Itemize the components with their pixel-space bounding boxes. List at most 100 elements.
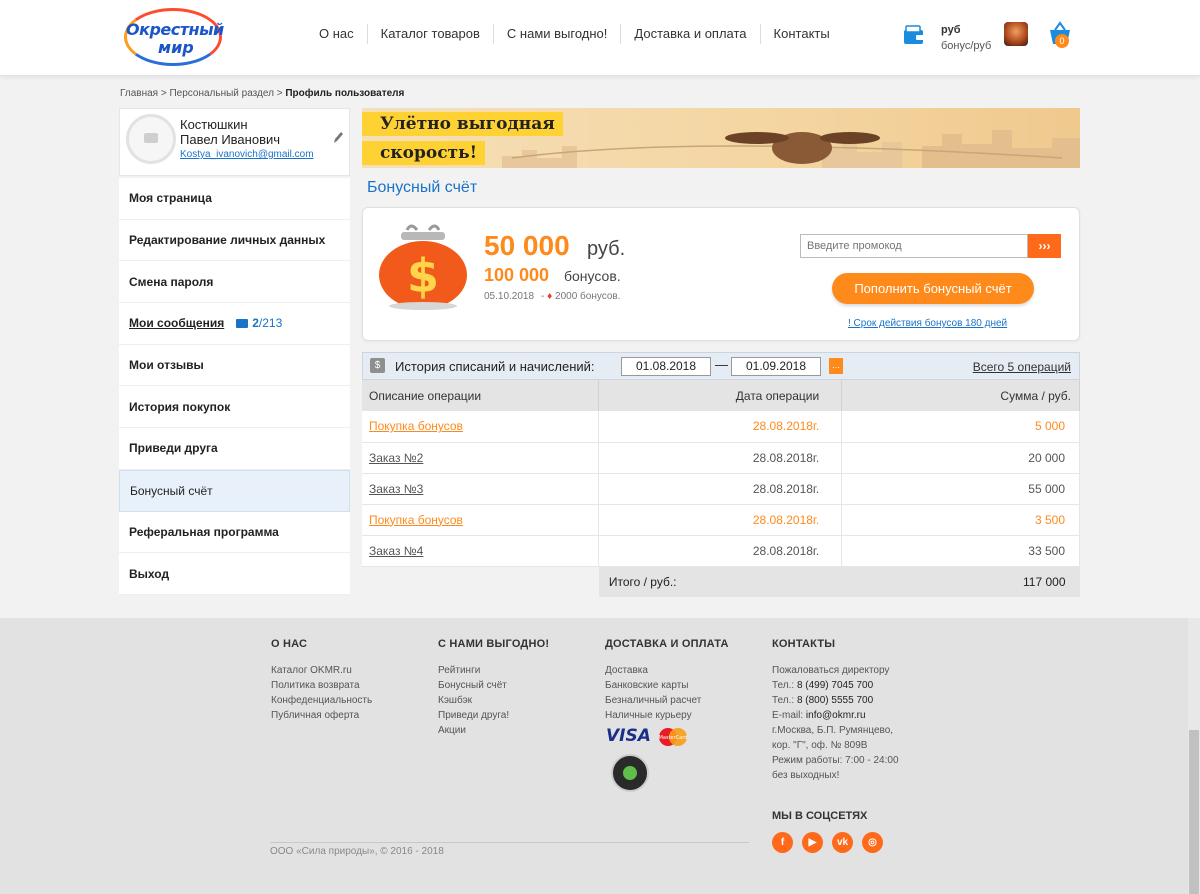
- footer-link[interactable]: Доставка: [605, 663, 729, 678]
- logo-text-line2: мир: [158, 38, 194, 57]
- table-row: Покупка бонусов 28.08.2018г. 5 000: [362, 411, 1080, 443]
- vk-icon[interactable]: vk: [832, 832, 853, 853]
- row-desc-cell: Заказ №3: [362, 473, 600, 505]
- balance-rub-amount: 50 000: [484, 230, 570, 261]
- footer-link[interactable]: Безналичный расчет: [605, 693, 729, 708]
- site-logo[interactable]: Окрестный мир: [120, 6, 230, 66]
- instagram-icon[interactable]: ◎: [862, 832, 883, 853]
- footer-link[interactable]: Политика возврата: [271, 678, 372, 693]
- sidebar-item-referral[interactable]: Реферальная программа: [119, 512, 350, 554]
- operation-link[interactable]: Заказ №2: [369, 451, 423, 465]
- envelope-icon: [236, 318, 249, 328]
- sidebar-item-purchase-history[interactable]: История покупок: [119, 386, 350, 429]
- pencil-icon[interactable]: [332, 131, 344, 145]
- profile-last-name: Костюшкин: [180, 117, 248, 132]
- nav-about[interactable]: О нас: [306, 24, 367, 44]
- logo-text-line1: Окрестный: [126, 20, 224, 39]
- topup-bonus-button[interactable]: Пополнить бонусный счёт: [832, 273, 1034, 304]
- flame-icon: ♦: [547, 291, 553, 302]
- sidebar-item-my-page[interactable]: Моя страница: [119, 178, 350, 220]
- balance-rub-unit: руб.: [587, 238, 626, 260]
- dollar-icon: $: [370, 358, 385, 373]
- nav-benefits[interactable]: С нами выгодно!: [492, 24, 620, 44]
- footer-link[interactable]: Рейтинги: [438, 663, 549, 678]
- balance-bonus-amount: 100 000: [484, 265, 550, 285]
- phone-number[interactable]: 8 (800) 5555 700: [797, 695, 873, 706]
- youtube-icon[interactable]: ▶: [802, 832, 823, 853]
- footer-link[interactable]: Банковские карты: [605, 678, 729, 693]
- quality-seal-badge: [611, 754, 649, 792]
- promo-code-input[interactable]: [800, 234, 1028, 258]
- row-desc-cell: Заказ №2: [362, 442, 600, 474]
- contact-email: E-mail: info@okmr.ru: [772, 708, 899, 723]
- email-label: E-mail:: [772, 710, 804, 721]
- total-operations-link[interactable]: Всего 5 операций: [973, 360, 1071, 374]
- user-avatar[interactable]: [1004, 22, 1028, 46]
- breadcrumb-path[interactable]: Главная > Персональный раздел >: [120, 88, 285, 99]
- profile-email[interactable]: Kostya_ivanovich@gmail.com: [180, 149, 314, 160]
- footer-link[interactable]: Приведи друга!: [438, 708, 549, 723]
- sidebar-item-logout[interactable]: Выход: [119, 553, 350, 595]
- operation-link[interactable]: Заказ №3: [369, 482, 423, 496]
- nav-delivery[interactable]: Доставка и оплата: [620, 24, 759, 44]
- visa-logo: VISA: [606, 726, 651, 746]
- profile-photo[interactable]: [126, 114, 176, 164]
- footer-link[interactable]: Конфеденциальность: [271, 693, 372, 708]
- mastercard-logo: MasterCard: [659, 728, 687, 746]
- footer-link[interactable]: Наличные курьеру: [605, 708, 729, 723]
- wallet-icon[interactable]: [903, 24, 925, 46]
- sidebar-item-invite-friend[interactable]: Приведи друга: [119, 428, 350, 470]
- table-row: Заказ №3 28.08.2018г. 55 000: [362, 473, 1080, 505]
- date-picker-button[interactable]: ...: [829, 358, 843, 374]
- email-address[interactable]: info@okmr.ru: [806, 710, 866, 721]
- date-to-input[interactable]: 01.09.2018: [731, 357, 821, 376]
- history-panel: $ История списаний и начислений: 01.08.2…: [362, 352, 1080, 597]
- date-from-input[interactable]: 01.08.2018: [621, 357, 711, 376]
- footer-link[interactable]: Каталог OKMR.ru: [271, 663, 372, 678]
- bonus-expiry-note[interactable]: ! Срок действия бонусов 180 дней: [848, 318, 1007, 329]
- row-desc-cell: Покупка бонусов: [362, 504, 600, 536]
- footer-link[interactable]: Бонусный счёт: [438, 678, 549, 693]
- site-footer: О НАС Каталог OKMR.ru Политика возврата …: [0, 618, 1188, 894]
- footer-col-title: ДОСТАВКА И ОПЛАТА: [605, 638, 729, 650]
- operation-link[interactable]: Заказ №4: [369, 544, 423, 558]
- header-balance-bonus: бонус/руб: [941, 40, 992, 52]
- row-date: 28.08.2018г.: [598, 442, 843, 474]
- sidebar-item-bonus-account[interactable]: Бонусный счёт: [119, 469, 350, 512]
- footer-col-benefits: С НАМИ ВЫГОДНО! Рейтинги Бонусный счёт К…: [438, 638, 549, 738]
- operation-link[interactable]: Покупка бонусов: [369, 419, 463, 433]
- complain-link[interactable]: Пожаловаться директору: [772, 663, 899, 678]
- footer-link[interactable]: Кэшбэк: [438, 693, 549, 708]
- phone-number[interactable]: 8 (499) 7045 700: [797, 680, 873, 691]
- total-label-text: Итого / руб.:: [608, 574, 677, 589]
- main-nav: О нас Каталог товаров С нами выгодно! До…: [306, 24, 843, 44]
- sidebar-item-reviews[interactable]: Мои отзывы: [119, 345, 350, 387]
- social-links: f ▶ vk ◎: [772, 832, 892, 853]
- sidebar-item-change-password[interactable]: Смена пароля: [119, 261, 350, 304]
- contact-phone-2: Тел.: 8 (800) 5555 700: [772, 693, 899, 708]
- bonus-expiring: - ♦ 2000 бонусов.: [541, 291, 621, 302]
- row-date: 28.08.2018г.: [598, 411, 843, 443]
- row-sum: 3 500: [841, 504, 1080, 536]
- sidebar-item-edit-profile[interactable]: Редактирование личных данных: [119, 220, 350, 262]
- sidebar-item-messages[interactable]: Мои сообщения 2/213: [119, 303, 350, 345]
- footer-link[interactable]: Публичная оферта: [271, 708, 372, 723]
- table-row: Заказ №2 28.08.2018г. 20 000: [362, 442, 1080, 474]
- cart-icon: [623, 766, 637, 780]
- promo-submit-button[interactable]: ›››: [1028, 234, 1061, 258]
- footer-link[interactable]: Акции: [438, 723, 549, 738]
- bonus-section-title: Бонусный счёт: [367, 179, 478, 196]
- total-value: 117 000: [841, 566, 1080, 597]
- footer-col-title: С НАМИ ВЫГОДНО!: [438, 638, 550, 650]
- history-header: $ История списаний и начислений: 01.08.2…: [362, 352, 1080, 380]
- banner-line-1: Улётно выгодная: [362, 112, 563, 136]
- breadcrumb-current: Профиль пользователя: [285, 88, 405, 99]
- scrollbar-thumb[interactable]: [1189, 730, 1199, 894]
- history-table: Описание операции Дата операции Сумма / …: [362, 380, 1080, 597]
- promo-banner[interactable]: Улётно выгодная скорость!: [362, 108, 1080, 168]
- facebook-icon[interactable]: f: [772, 832, 793, 853]
- nav-catalog[interactable]: Каталог товаров: [366, 24, 493, 44]
- operation-link[interactable]: Покупка бонусов: [369, 513, 463, 527]
- nav-contacts[interactable]: Контакты: [759, 24, 843, 44]
- date-range-dash: —: [715, 357, 728, 372]
